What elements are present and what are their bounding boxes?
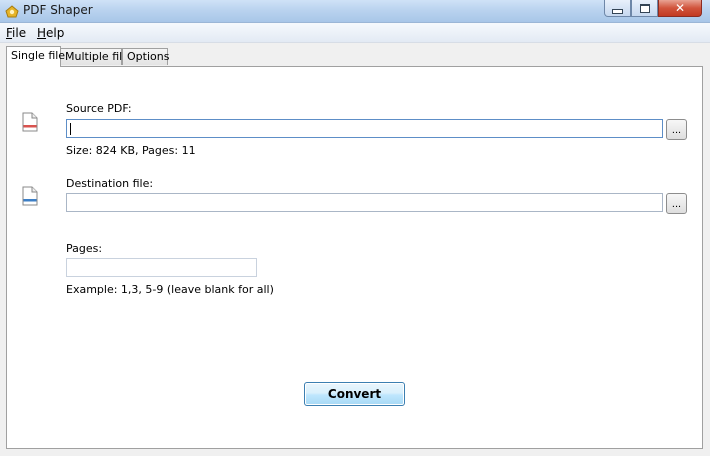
single-file-panel: Source PDF: ... Size: 824 KB, Pages: 11 … bbox=[6, 66, 703, 449]
pages-hint: Example: 1,3, 5-9 (leave blank for all) bbox=[66, 283, 274, 296]
close-button[interactable]: ✕ bbox=[658, 0, 702, 17]
close-icon: ✕ bbox=[674, 1, 686, 15]
minimize-button[interactable] bbox=[604, 0, 631, 17]
menu-help-label: elp bbox=[46, 26, 65, 40]
source-pdf-label: Source PDF: bbox=[66, 102, 132, 115]
menu-file[interactable]: File bbox=[6, 26, 26, 40]
title-bar: PDF Shaper ✕ bbox=[0, 0, 710, 23]
convert-button[interactable]: Convert bbox=[304, 382, 405, 406]
tab-options[interactable]: Options bbox=[122, 48, 169, 65]
source-browse-button[interactable]: ... bbox=[666, 119, 687, 140]
menu-help[interactable]: Help bbox=[37, 26, 64, 40]
text-caret bbox=[70, 123, 71, 135]
destination-browse-button[interactable]: ... bbox=[666, 193, 687, 214]
maximize-button[interactable] bbox=[631, 0, 658, 17]
destination-file-icon bbox=[22, 186, 38, 206]
tab-multiple-files[interactable]: Multiple files bbox=[60, 48, 135, 65]
pdf-shaper-app-icon bbox=[5, 5, 19, 18]
menu-help-mnemonic: H bbox=[37, 26, 47, 40]
menu-bar: File Help bbox=[0, 23, 710, 43]
window-title: PDF Shaper bbox=[23, 3, 93, 17]
destination-file-input[interactable] bbox=[66, 193, 663, 212]
source-pdf-icon bbox=[22, 112, 38, 132]
source-pdf-info: Size: 824 KB, Pages: 11 bbox=[66, 144, 196, 157]
minimize-icon bbox=[612, 8, 623, 14]
maximize-icon bbox=[639, 3, 650, 13]
pages-label: Pages: bbox=[66, 242, 103, 255]
window-controls: ✕ bbox=[604, 0, 702, 18]
destination-file-label: Destination file: bbox=[66, 177, 154, 190]
pages-input[interactable] bbox=[66, 258, 257, 277]
tab-single-file[interactable]: Single file bbox=[6, 46, 65, 67]
menu-file-label: ile bbox=[12, 26, 27, 40]
source-pdf-input[interactable] bbox=[66, 119, 663, 138]
